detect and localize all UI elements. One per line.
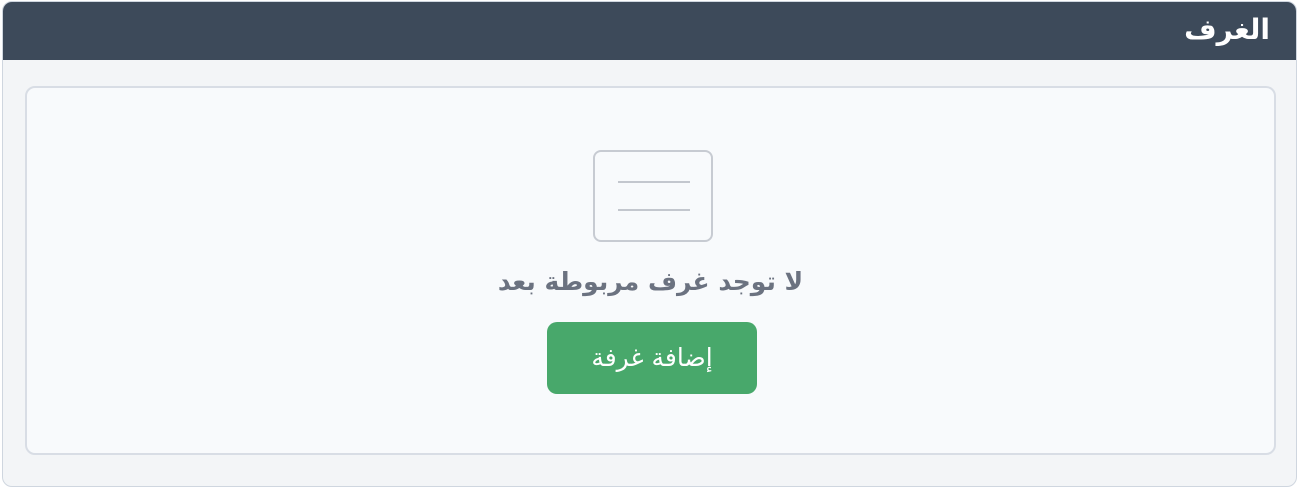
empty-state-container: لا توجد غرف مربوطة بعد إضافة غرفة [25, 86, 1276, 455]
icon-line [618, 209, 690, 211]
panel-header: الغرف [3, 2, 1296, 60]
empty-list-icon [593, 150, 713, 242]
empty-state-message: لا توجد غرف مربوطة بعد [497, 267, 804, 296]
add-room-button[interactable]: إضافة غرفة [547, 322, 757, 394]
icon-line [618, 181, 690, 183]
rooms-panel: الغرف لا توجد غرف مربوطة بعد إضافة غرفة [2, 1, 1297, 487]
panel-title: الغرف [1184, 13, 1270, 46]
